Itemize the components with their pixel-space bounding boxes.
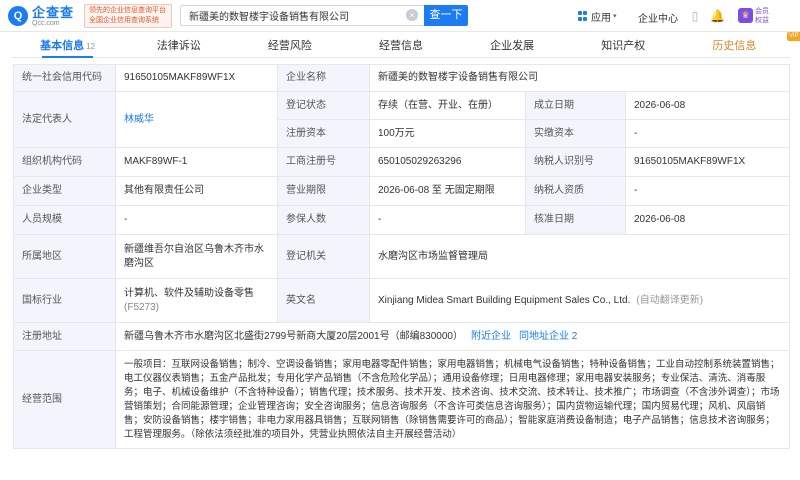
- established-value: 2026-06-08: [625, 91, 790, 120]
- tab-basic-info[interactable]: 基本信息 12: [12, 36, 123, 58]
- table-row: 企业类型 其他有限责任公司 营业期限 2026-06-08 至 无固定期限 纳税…: [13, 176, 790, 206]
- credit-code-label: 统一社会信用代码: [13, 64, 116, 92]
- region-label: 所属地区: [13, 234, 116, 279]
- reg-status-label: 登记状态: [277, 91, 370, 120]
- enterprise-center-link[interactable]: 企业中心: [638, 10, 678, 25]
- term-label: 营业期限: [277, 176, 370, 206]
- vip-tag: VIP: [786, 32, 800, 41]
- address-value: 新疆乌鲁木齐市水磨沟区北盛街2799号新商大厦20层2001号（邮编830000…: [115, 322, 790, 351]
- reg-capital-label: 注册资本: [277, 119, 370, 148]
- company-type-label: 企业类型: [13, 176, 116, 206]
- taxpayer-id-label: 纳税人识别号: [525, 147, 626, 177]
- english-name-label: 英文名: [277, 278, 370, 323]
- taxpayer-qual-label: 纳税人资质: [525, 176, 626, 206]
- legal-rep-link[interactable]: 林威华: [124, 114, 154, 125]
- english-name-value: Xinjiang Midea Smart Building Equipment …: [369, 278, 790, 323]
- scope-label: 经营范围: [13, 350, 116, 449]
- business-reg-no-value[interactable]: 650105029263296: [369, 147, 526, 177]
- paid-capital-label: 实缴资本: [525, 119, 626, 148]
- table-row: 经营范围 一般项目：互联网设备销售；制冷、空调设备销售；家用电器零配件销售；家用…: [13, 350, 790, 449]
- tab-legal[interactable]: 法律诉讼: [123, 36, 234, 57]
- english-note[interactable]: (自动翻译更新): [636, 294, 703, 308]
- tab-count: 12: [86, 42, 96, 51]
- reg-status-value: 存续（在营、开业、在册）: [369, 91, 526, 120]
- approval-date-value: 2026-06-08: [625, 205, 790, 235]
- company-name-value[interactable]: 新疆美的数智楼宇设备销售有限公司: [369, 64, 790, 92]
- authority-label: 登记机关: [277, 234, 370, 279]
- region-value: 新疆维吾尔自治区乌鲁木齐市水磨沟区: [115, 234, 278, 279]
- business-reg-no-label: 工商注册号: [277, 147, 370, 177]
- insured-label: 参保人数: [277, 205, 370, 235]
- tab-bar: 基本信息 12 法律诉讼 经营风险 经营信息 企业发展 知识产权 历史信息 VIP: [12, 32, 800, 58]
- industry-value: 计算机、软件及辅助设备零售 (F5273): [115, 278, 278, 323]
- table-row: 国标行业 计算机、软件及辅助设备零售 (F5273) 英文名 Xinjiang …: [13, 278, 790, 323]
- bell-icon[interactable]: 🔔: [710, 9, 725, 23]
- basic-info-table: 统一社会信用代码 91650105MAKF89WF1X 企业名称 新疆美的数智楼…: [13, 64, 790, 449]
- logo-name: 企查查: [32, 4, 75, 20]
- app-menu[interactable]: 应用 ▾: [578, 8, 617, 24]
- top-bar: Q 企查查 Qcc.com 领先的企业信息查询平台 全国企业信用查询系统 × 查…: [0, 0, 800, 32]
- staff-size-label: 人员规模: [13, 205, 116, 235]
- tab-history[interactable]: 历史信息 VIP: [679, 32, 800, 57]
- paid-capital-value: -: [625, 119, 790, 148]
- established-label: 成立日期: [525, 91, 626, 120]
- tab-development[interactable]: 企业发展: [457, 36, 568, 57]
- tab-ip[interactable]: 知识产权: [568, 36, 679, 57]
- search-input[interactable]: [181, 6, 403, 25]
- authority-value: 水磨沟区市场监督管理局: [369, 234, 790, 279]
- vip-badge[interactable]: ♛ 会员 权益: [738, 5, 772, 27]
- phone-icon[interactable]: ▯: [688, 9, 702, 23]
- org-code-value[interactable]: MAKF89WF-1: [115, 147, 278, 177]
- org-code-label: 组织机构代码: [13, 147, 116, 177]
- address-label: 注册地址: [13, 322, 116, 351]
- nearby-companies-link[interactable]: 附近企业: [471, 330, 511, 344]
- insured-value: -: [369, 205, 526, 235]
- table-row: 统一社会信用代码 91650105MAKF89WF1X 企业名称 新疆美的数智楼…: [13, 64, 790, 92]
- industry-code: (F5273): [124, 301, 160, 313]
- industry-name[interactable]: 计算机、软件及辅助设备零售: [124, 287, 269, 301]
- logo-icon: Q: [8, 6, 28, 26]
- search-button[interactable]: 查一下: [424, 5, 468, 26]
- taxpayer-qual-value: -: [625, 176, 790, 206]
- slogan-badge: 领先的企业信息查询平台 全国企业信用查询系统: [84, 4, 172, 28]
- app-menu-label: 应用: [591, 12, 611, 24]
- table-row: 人员规模 - 参保人数 - 核准日期 2026-06-08: [13, 205, 790, 235]
- tab-business-risk[interactable]: 经营风险: [234, 36, 345, 57]
- company-type-value: 其他有限责任公司: [115, 176, 278, 206]
- tab-business-info[interactable]: 经营信息: [345, 36, 456, 57]
- caret-down-icon: ▾: [613, 13, 617, 20]
- same-address-companies-link[interactable]: 同地址企业 2: [519, 330, 577, 344]
- crown-icon: ♛: [738, 8, 753, 23]
- scope-value: 一般项目：互联网设备销售；制冷、空调设备销售；家用电器零配件销售；家用电器销售；…: [115, 350, 790, 449]
- table-row: 注册地址 新疆乌鲁木齐市水磨沟区北盛街2799号新商大厦20层2001号（邮编8…: [13, 322, 790, 351]
- reg-capital-value: 100万元: [369, 119, 526, 148]
- address-text[interactable]: 新疆乌鲁木齐市水磨沟区北盛街2799号新商大厦20层2001号（邮编830000…: [124, 331, 463, 342]
- company-name-label: 企业名称: [277, 64, 370, 92]
- vip-text: 会员 权益: [755, 8, 769, 24]
- term-value: 2026-06-08 至 无固定期限: [369, 176, 526, 206]
- taxpayer-id-value[interactable]: 91650105MAKF89WF1X: [625, 147, 790, 177]
- legal-rep-value: 林威华: [115, 91, 278, 148]
- table-row: 所属地区 新疆维吾尔自治区乌鲁木齐市水磨沟区 登记机关 水磨沟区市场监督管理局: [13, 234, 790, 279]
- credit-code-value[interactable]: 91650105MAKF89WF1X: [115, 64, 278, 92]
- approval-date-label: 核准日期: [525, 205, 626, 235]
- legal-rep-label: 法定代表人: [13, 91, 116, 148]
- logo[interactable]: Q 企查查 Qcc.com: [8, 5, 74, 27]
- apps-grid-icon: [578, 11, 588, 21]
- industry-label: 国标行业: [13, 278, 116, 323]
- table-row: 法定代表人 林威华 登记状态 存续（在营、开业、在册） 成立日期 2026-06…: [13, 91, 790, 148]
- search-box: ×: [180, 5, 424, 26]
- staff-size-value: -: [115, 205, 278, 235]
- table-row: 组织机构代码 MAKF89WF-1 工商注册号 650105029263296 …: [13, 147, 790, 177]
- logo-domain: Qcc.com: [32, 19, 60, 27]
- clear-icon[interactable]: ×: [406, 9, 418, 21]
- english-name-text[interactable]: Xinjiang Midea Smart Building Equipment …: [378, 295, 630, 306]
